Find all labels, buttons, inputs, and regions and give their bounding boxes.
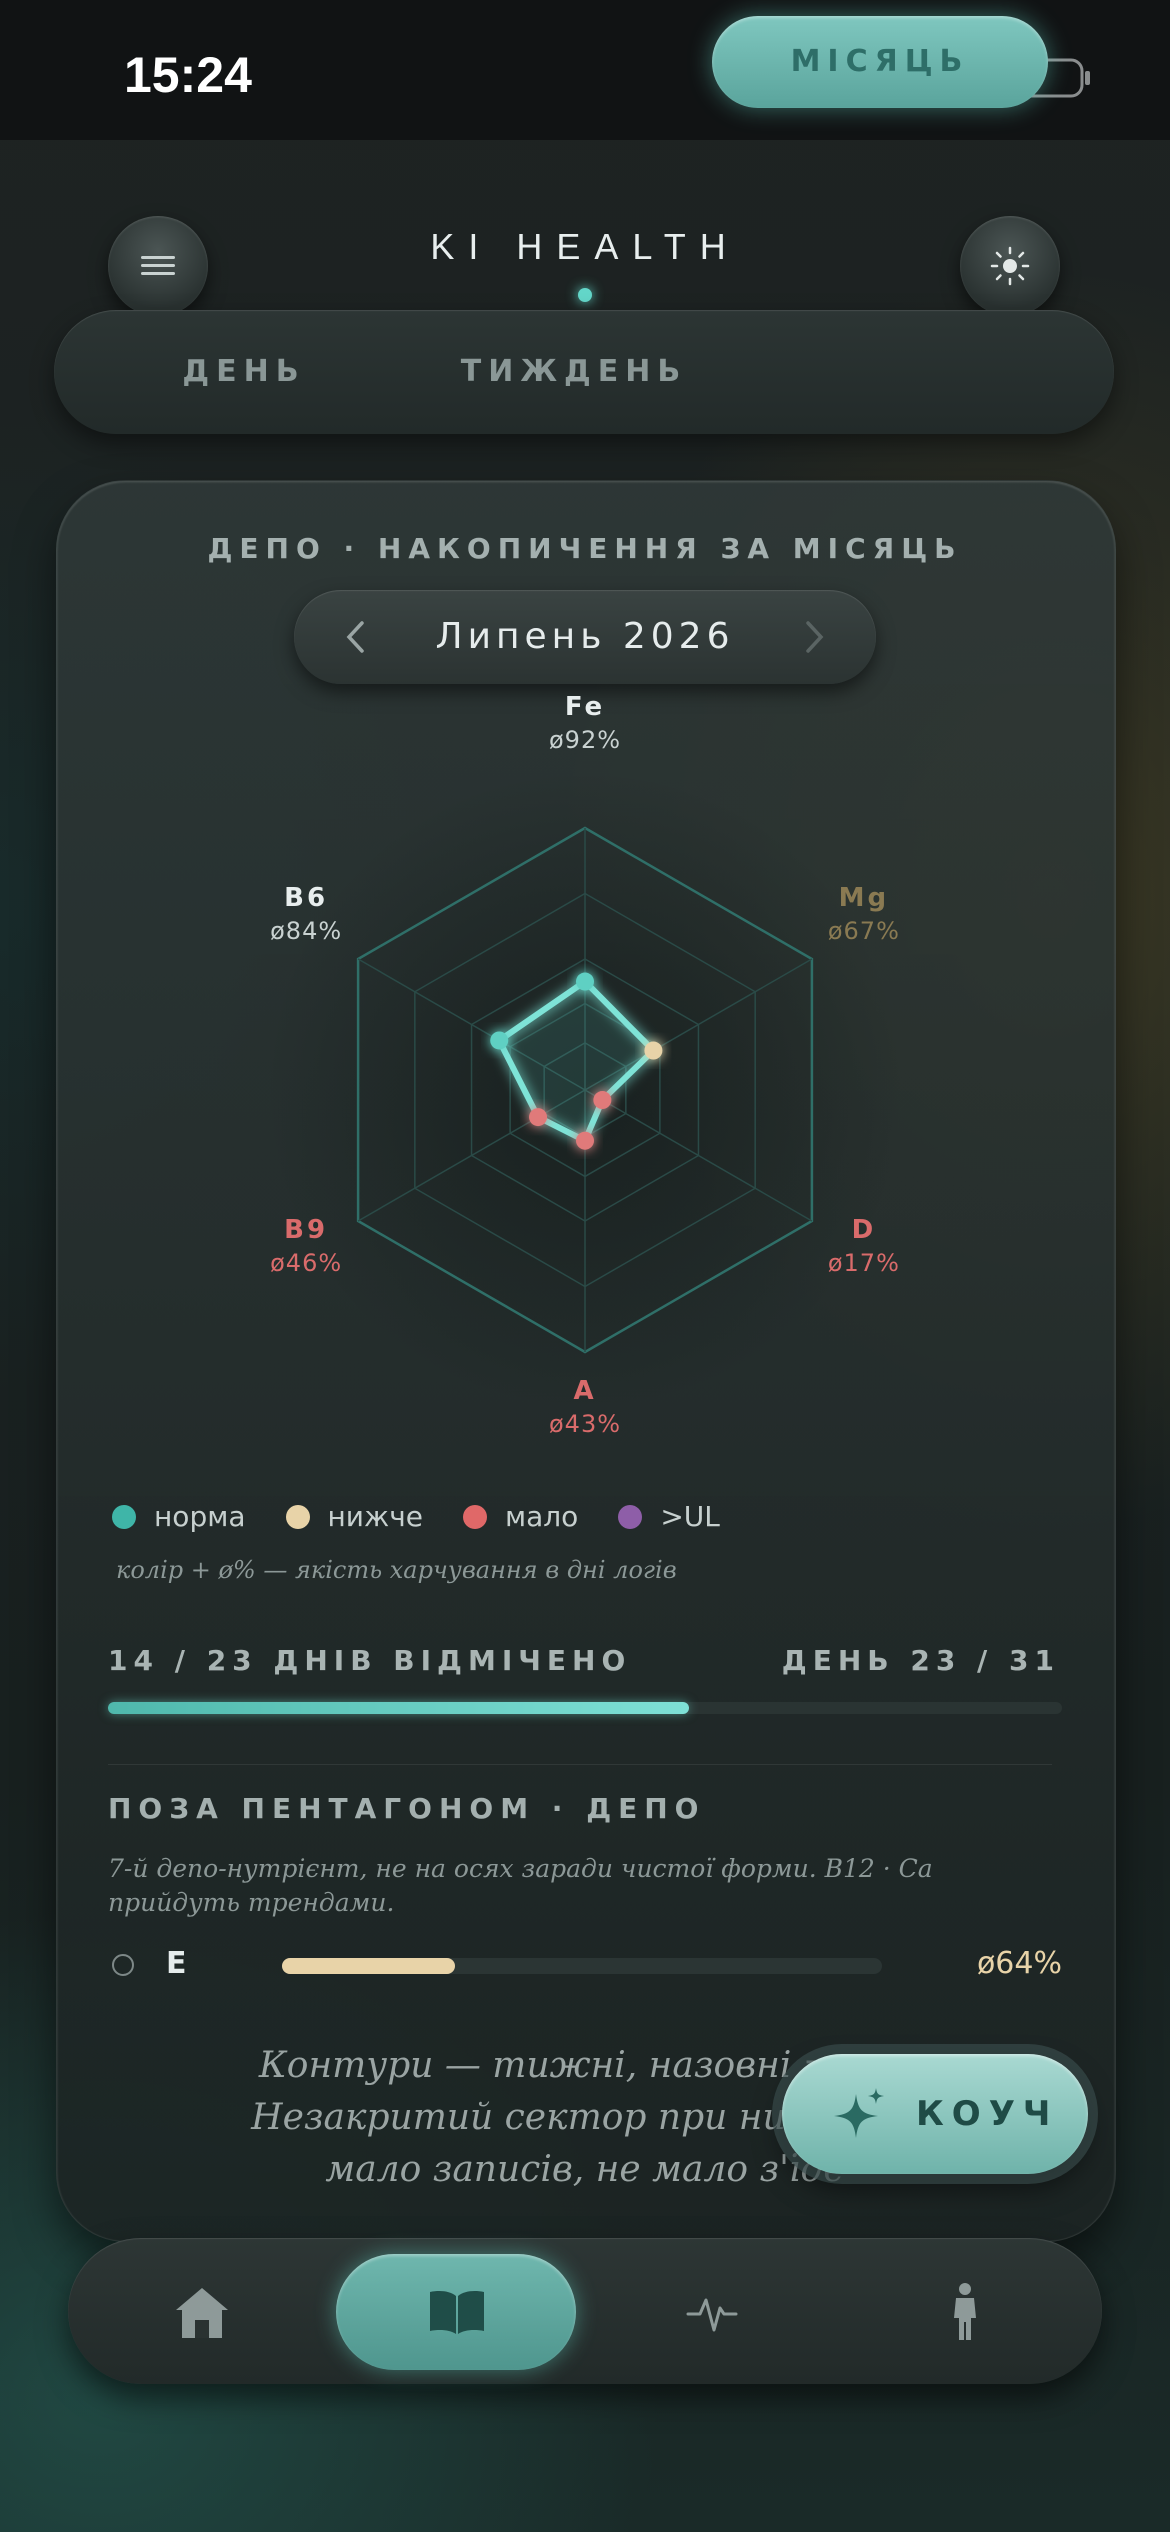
day-of-month-label: ДЕНЬ 23 / 31 — [781, 1644, 1060, 1677]
radar-point-b9[interactable] — [529, 1108, 548, 1127]
legend-label: >UL — [660, 1500, 720, 1533]
radar-point-fe[interactable] — [576, 972, 594, 991]
divider — [108, 1764, 1052, 1765]
radar-axis-label-b6: B6 — [284, 883, 329, 913]
radar-axis-value-b6: ø84% — [270, 917, 343, 945]
radar-point-a[interactable] — [576, 1131, 594, 1150]
nutrient-bar — [282, 1958, 882, 1974]
legend-item-low: мало — [463, 1500, 578, 1533]
pulse-icon[interactable] — [686, 2288, 738, 2338]
month-label: Липень 2026 — [435, 616, 735, 657]
depot-radar-chart — [265, 770, 905, 1410]
legend-dot — [618, 1504, 643, 1529]
radar-point-b6[interactable] — [490, 1031, 509, 1050]
sun-icon — [990, 246, 1030, 286]
radar-axis-label-fe: Fe — [564, 692, 606, 722]
radar-axis-value-fe: ø92% — [548, 726, 622, 754]
nutrient-name: E — [166, 1946, 187, 1981]
radar-axis-label-d: D — [851, 1215, 877, 1245]
period-segmented-control: ДЕНЬ ТИЖДЕНЬ — [54, 310, 1114, 434]
month-selector: Липень 2026 — [294, 590, 876, 684]
days-logged-label: 14 / 23 ДНІВ ВІДМІЧЕНО — [108, 1644, 632, 1677]
radar-axis-value-b9: ø46% — [270, 1249, 343, 1277]
radar-axis-label-a: A — [573, 1376, 597, 1406]
legend-item-over-ul: >UL — [618, 1500, 720, 1533]
legend-dot — [112, 1504, 136, 1529]
status-time: 15:24 — [124, 47, 252, 103]
coach-button[interactable]: КОУЧ — [782, 2054, 1088, 2174]
radar-point-d[interactable] — [593, 1091, 612, 1110]
outside-pentagon-note: 7-й депо-нутрієнт, не на осях заради чис… — [108, 1854, 933, 1917]
nutrient-bar-fill — [282, 1958, 455, 1974]
legend-dot — [463, 1504, 487, 1529]
nutrient-value: ø64% — [976, 1946, 1062, 1981]
radar-axis-label-mg: Mg — [838, 883, 890, 913]
radar-point-mg[interactable] — [644, 1041, 663, 1060]
home-icon[interactable] — [172, 2284, 232, 2340]
legend-item-below: нижче — [285, 1500, 424, 1533]
radar-axis-label-b9: B9 — [284, 1215, 329, 1245]
radar-axis-value-a: ø43% — [548, 1410, 622, 1438]
person-icon[interactable] — [950, 2282, 980, 2342]
theme-toggle-button[interactable] — [960, 216, 1060, 316]
outside-pentagon-title: ПОЗА ПЕНТАГОНОМ · ДЕПО — [108, 1792, 706, 1825]
legend-dot — [285, 1504, 310, 1529]
legend-label: мало — [505, 1500, 579, 1533]
book-icon[interactable] — [428, 2288, 486, 2336]
tab-week[interactable]: ТИЖДЕНЬ — [424, 310, 724, 434]
legend-label: норма — [154, 1500, 246, 1533]
depot-card-title: ДЕПО · НАКОПИЧЕННЯ ЗА МІСЯЦЬ — [207, 532, 963, 565]
days-progress-bar — [108, 1702, 1062, 1714]
radar-legend: норма нижче мало >UL — [112, 1500, 760, 1533]
sparkles-icon — [834, 2088, 884, 2138]
radar-axis-value-d: ø17% — [827, 1249, 900, 1277]
legend-note: колір + ø% — якість харчування в дні лог… — [116, 1556, 677, 1584]
nutrient-row-e[interactable]: E ø64% — [108, 1944, 1062, 1984]
days-progress-fill — [108, 1702, 689, 1714]
chevron-right-icon[interactable] — [802, 620, 826, 654]
legend-label: нижче — [327, 1500, 424, 1533]
coach-label: КОУЧ — [916, 2094, 1059, 2134]
legend-item-normal: норма — [112, 1500, 246, 1533]
tab-day[interactable]: ДЕНЬ — [94, 310, 394, 434]
status-circle-icon — [112, 1954, 134, 1976]
tab-month[interactable]: МІСЯЦЬ — [712, 16, 1048, 108]
radar-axis-value-mg: ø67% — [827, 917, 900, 945]
title-indicator-dot — [578, 288, 592, 302]
